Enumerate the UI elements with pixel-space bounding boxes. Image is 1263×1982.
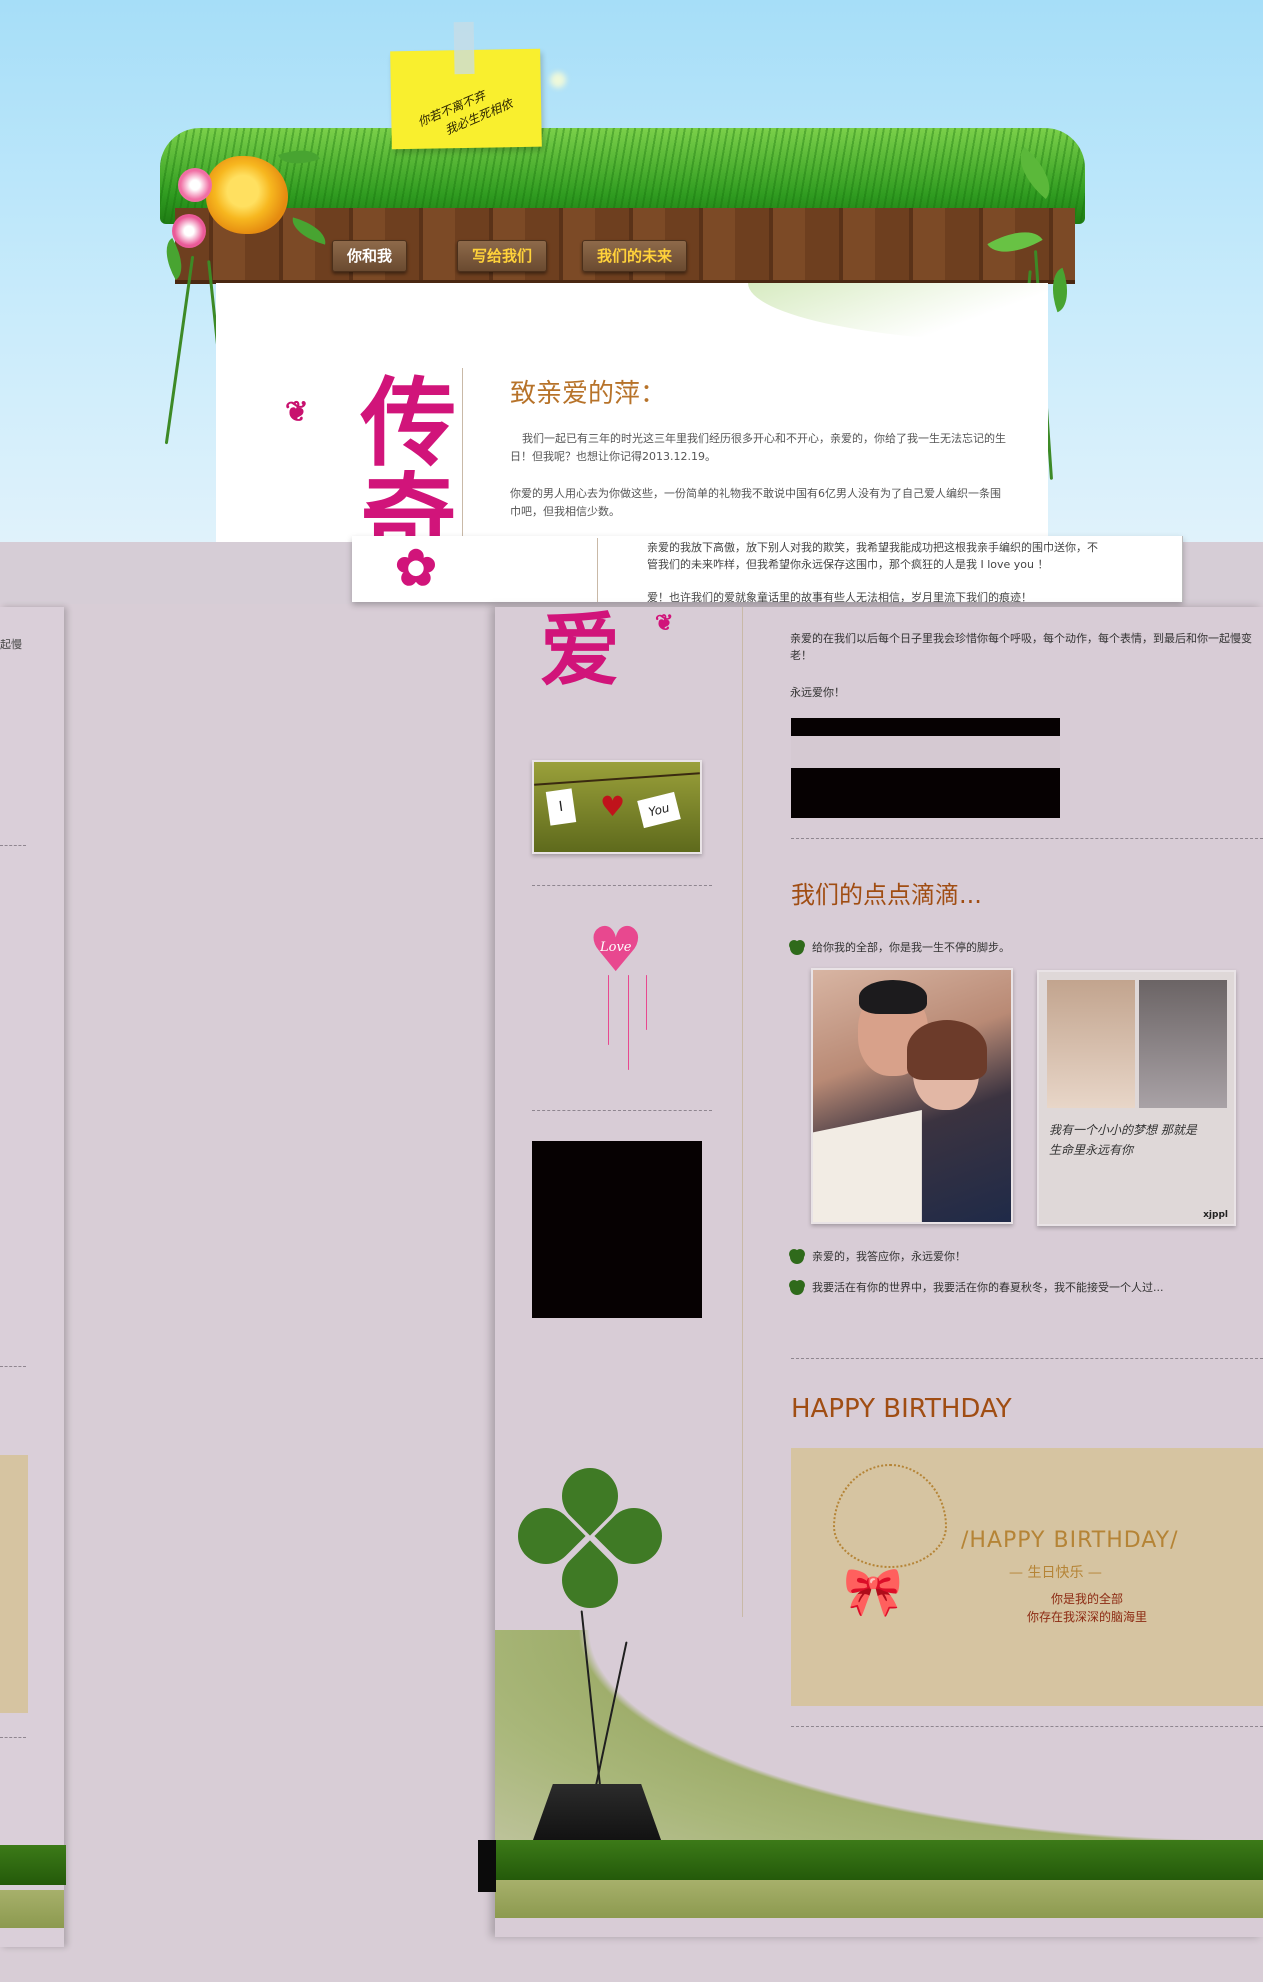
main-column-divider [742,607,743,1617]
photo-watermark: xjppl [1203,1210,1228,1220]
bullet-item-2: 亲爱的，我答应你，永远爱你！ [790,1249,966,1265]
heart-icon: ♥ [600,790,626,823]
left-divider [0,1366,26,1367]
pink-flower-icon [172,214,206,248]
left-fragment-text: 起慢 [0,638,22,651]
swirl-ornament-icon: ❦ [655,610,674,636]
love-tag: Love [600,940,632,955]
love-heart-pendant-icon: ♥ Love [588,919,656,981]
side-divider [532,885,712,886]
top-paragraph-2: 你爱的男人用心去为你做这些，一份简单的礼物我不敢说中国有6亿男人没有为了自己爱人… [510,487,1001,518]
birthday-card: 🎀 /HAPPY BIRTHDAY/ — 生日快乐 — 你是我的全部 你存在我深… [791,1448,1263,1706]
bullet-text: 给你我的全部，你是我一生不停的脚步。 [812,941,1010,954]
pendant-string [646,975,647,1030]
left-divider [0,845,26,846]
birthday-headline: /HAPPY BIRTHDAY/ [961,1528,1179,1553]
gray-bar-middle [791,736,1060,768]
bullet-item-1: 给你我的全部，你是我一生不停的脚步。 [790,940,1010,956]
pink-calligraphy-icon: ✿ [395,538,437,597]
nav-our-future[interactable]: 我们的未来 [582,240,688,272]
sticky-note-text: 你若不离不弃 我必生死相依 [415,68,540,148]
sweater [813,1110,922,1222]
birthday-sub: — 生日快乐 — [1009,1565,1102,1581]
clover-bullet-icon [790,1250,804,1264]
hair-2 [907,1020,987,1080]
clothesline [534,772,700,786]
left-green-lower [0,1890,64,1928]
strip-line-1: 亲爱的我放下高傲，放下别人对我的欺笑，我希望我能成功把这根我亲手编织的围巾送你，… [647,541,1098,554]
main-paragraph: 亲爱的在我们以后每个日子里我会珍惜你每个呼吸，每个动作，每个表情，到最后和你一起… [790,632,1252,662]
handwritten-caption: 我有一个小小的梦想 那就是 生命里永远有你 [1049,1123,1197,1157]
clover-plant-icon [506,1456,674,1620]
bullet-text: 我要活在有你的世界中，我要活在你的春夏秋冬，我不能接受一个人过... [812,1281,1164,1294]
birthday-line-2: 你存在我深深的脑海里 [1027,1610,1148,1624]
birthday-sub-text: 生日快乐 [1027,1565,1084,1581]
main-green-lower [495,1880,1263,1918]
clover-bullet-icon [790,1281,804,1295]
card-i: I [545,788,577,826]
hair-1 [859,980,927,1014]
section-divider [791,838,1263,839]
clover-bullet-icon [790,941,804,955]
main-green-base [495,1840,1263,1880]
bullet-item-3: 我要活在有你的世界中，我要活在你的春夏秋冬，我不能接受一个人过... [790,1280,1164,1296]
couple-photo-2: 我有一个小小的梦想 那就是 生命里永远有你 xjppl [1037,970,1236,1226]
forever-love-text: 永远爱你！ [790,686,845,699]
i-love-you-photo: I ♥ You [532,760,702,854]
tape [453,21,475,75]
strip-line-3: 爱！也许我们的爱就象童话里的故事有些人无法相信，岁月里流下我们的痕迹！ [647,591,1032,602]
left-divider [0,1737,26,1738]
red-bow-icon: 🎀 [843,1564,903,1620]
pendant-string [608,975,609,1045]
photo-panel-1 [1047,980,1135,1108]
pendant-string [628,975,629,1070]
yellow-hibiscus-icon [206,156,288,234]
left-side-panel [0,607,64,1947]
filigree-heart-icon [833,1464,947,1568]
section-title-birthday: HAPPY BIRTHDAY [791,1394,1012,1424]
section-divider [791,1358,1263,1359]
pink-flower-icon [178,168,212,202]
black-bar-top[interactable] [791,718,1060,736]
strip-divider [597,538,598,602]
left-green-base [0,1845,66,1885]
base-corner [478,1840,496,1892]
top-page-title: 致亲爱的萍： [510,379,667,409]
couple-photo-1 [811,968,1013,1224]
love-calligraphy: 爱 [540,603,620,697]
left-card-sliver [0,1455,28,1713]
swirl-ornament-icon: ❦ [285,395,309,428]
section-title-memories: 我们的点点滴滴... [791,881,982,909]
light-glow [550,72,566,88]
photo-panel-2 [1139,980,1227,1108]
card-you: You [637,791,681,829]
birthday-line-1: 你是我的全部 [1051,1592,1124,1606]
nav-you-and-me[interactable]: 你和我 [332,240,408,272]
column-divider [462,368,463,545]
black-bar-bottom[interactable] [791,768,1060,818]
black-media-box[interactable] [532,1141,702,1318]
nav-write-to-us[interactable]: 写给我们 [457,240,548,272]
corner-curve [748,283,1048,343]
side-divider [532,1110,712,1111]
top-paragraph-1: 我们一起已有三年的时光这三年里我们经历很多开心和不开心，亲爱的，你给了我一生无法… [510,432,1006,463]
bullet-text: 亲爱的，我答应你，永远爱你！ [812,1250,966,1263]
sticky-note: 你若不离不弃 我必生死相依 [390,21,542,150]
section-divider [791,1726,1263,1727]
strip-line-2: 管我们的未来咋样，但我希望你永远保存这围巾，那个疯狂的人是我 I love yo… [647,558,1049,571]
